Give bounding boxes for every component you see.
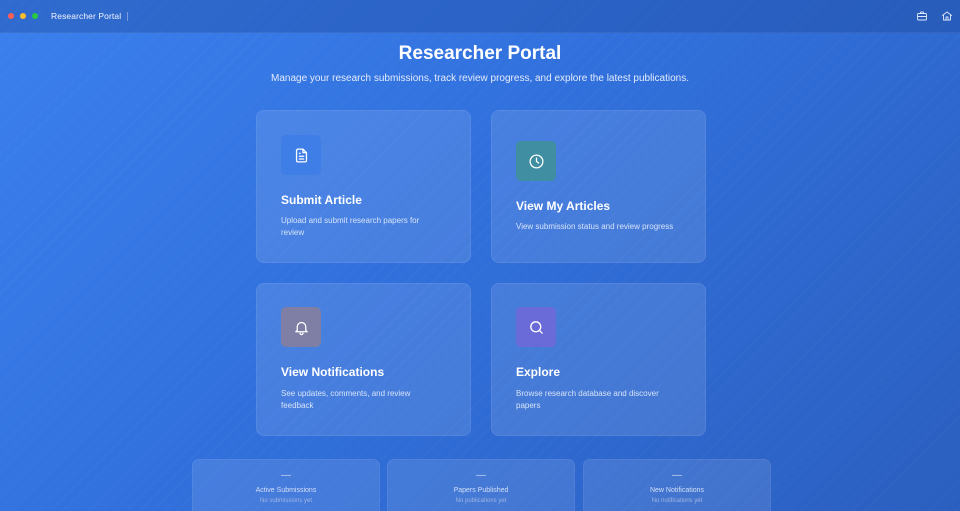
page-subtitle: Manage your research submissions, track … [271,73,689,84]
clock-icon [516,141,556,181]
title-bar: Researcher Portal [0,0,960,33]
stat-new-notifications: — New Notifications No notifications yet [583,459,771,511]
stat-label: Active Submissions [255,487,317,494]
stat-papers-published: — Papers Published No publications yet [387,459,575,511]
stat-label: Papers Published [453,487,509,494]
stat-subtext: No submissions yet [259,498,313,504]
minimize-window-button[interactable] [20,13,26,19]
card-description: Browse research database and discover pa… [516,389,659,410]
app-title: Researcher Portal [51,11,122,21]
title-divider [127,11,129,21]
card-title: View My Articles [516,199,611,213]
window-controls [8,13,38,19]
view-notifications-card[interactable]: View Notifications See updates, comments… [256,283,471,436]
card-title: Submit Article [281,193,362,207]
close-window-button[interactable] [8,13,14,19]
stat-active-submissions: — Active Submissions No submissions yet [192,459,380,511]
bell-icon [281,307,321,347]
card-title: View Notifications [281,365,385,379]
stat-subtext: No notifications yet [651,498,703,504]
stat-value: — [281,470,291,481]
document-icon [281,135,321,175]
page-title: Researcher Portal [398,43,562,64]
briefcase-icon[interactable] [916,10,928,22]
stat-value: — [672,470,682,481]
card-description: See updates, comments, and review feedba… [281,389,411,410]
card-description: Upload and submit research papers for re… [281,216,420,237]
stat-subtext: No publications yet [455,498,507,504]
maximize-window-button[interactable] [32,13,38,19]
card-description: View submission status and review progre… [516,222,674,231]
home-icon[interactable] [941,10,953,22]
search-icon [516,307,556,347]
stat-value: — [476,470,486,481]
card-title: Explore [516,365,561,379]
explore-card[interactable]: Explore Browse research database and dis… [491,283,706,436]
submit-article-card[interactable]: Submit Article Upload and submit researc… [256,110,471,263]
view-my-articles-card[interactable]: View My Articles View submission status … [491,110,706,263]
stat-label: New Notifications [649,487,705,494]
